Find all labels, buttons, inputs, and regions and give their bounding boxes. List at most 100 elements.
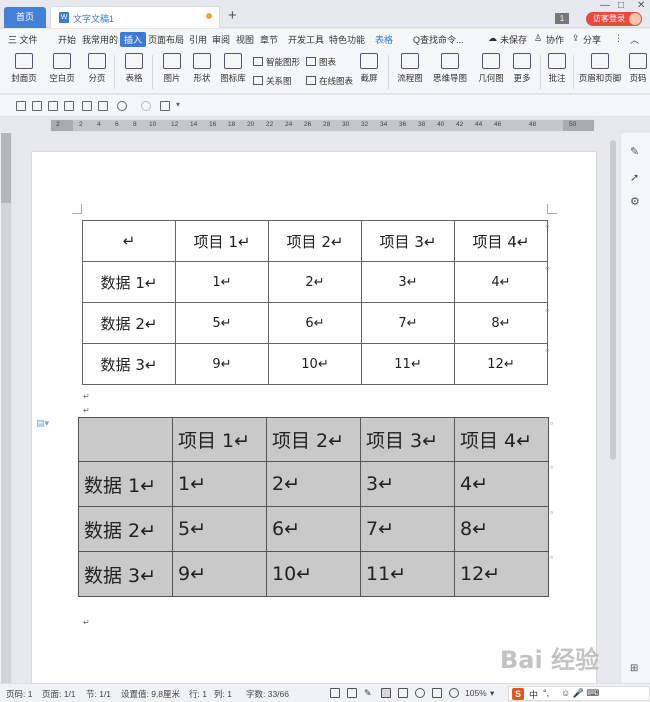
ime-language[interactable]: 中 — [529, 688, 538, 701]
layout-icon[interactable] — [432, 688, 442, 698]
status-setting[interactable]: 设置值: 9.8厘米 — [121, 688, 180, 700]
redo-icon[interactable] — [141, 101, 151, 111]
minimize-icon[interactable]: — — [600, 0, 610, 11]
chart-button[interactable]: 图表 — [306, 56, 336, 68]
table-header-cell[interactable]: 项目 1↵ — [175, 220, 269, 262]
vertical-ruler[interactable] — [0, 133, 12, 683]
row-label-cell[interactable]: 数据 3↵ — [82, 343, 176, 385]
table-cell[interactable]: 11↵ — [361, 343, 455, 385]
table-cell[interactable]: 3↵ — [360, 461, 455, 507]
outline-icon[interactable] — [347, 688, 357, 698]
status-words[interactable]: 字数: 33/66 — [246, 688, 289, 700]
guest-login-button[interactable]: 访客登录 — [586, 12, 642, 26]
undo-icon[interactable] — [117, 101, 127, 111]
mindmap-button[interactable]: 思维导图 — [431, 53, 469, 84]
table-cell[interactable]: 6↵ — [268, 302, 362, 344]
unsaved-status[interactable]: 未保存 — [500, 33, 527, 46]
table-button[interactable]: 表格 — [121, 53, 147, 84]
table-header-cell[interactable]: 项目 2↵ — [266, 417, 361, 462]
share-button[interactable]: 分享 — [583, 33, 601, 46]
table-cell[interactable]: 5↵ — [175, 302, 269, 344]
table-header-cell[interactable]: 项目 4↵ — [454, 417, 549, 462]
header-footer-button[interactable]: 页眉和页脚 — [577, 53, 623, 84]
table-cell[interactable]: 12↵ — [454, 343, 548, 385]
collapse-ribbon-icon[interactable]: ︿ — [630, 33, 639, 46]
table-header-cell[interactable]: 项目 1↵ — [172, 417, 267, 462]
vertical-scrollbar[interactable] — [609, 140, 617, 680]
table-cell[interactable]: 6↵ — [266, 506, 361, 552]
table-shaded[interactable]: 项目 1↵ 项目 2↵ 项目 3↵ 项目 4↵ 数据 1↵ 1↵ 2↵ 3↵ 4… — [78, 417, 549, 597]
edit-pencil-icon[interactable]: ✎ — [630, 145, 642, 158]
more-button[interactable]: 更多 — [510, 53, 534, 84]
flowchart-button[interactable]: 流程图 — [393, 53, 427, 84]
tab-home[interactable]: 首页 — [4, 7, 46, 28]
select-cursor-icon[interactable]: ➚ — [630, 171, 642, 184]
menu-table-tools[interactable]: 表格 — [375, 33, 393, 46]
table-header-cell[interactable]: 项目 3↵ — [360, 417, 455, 462]
table-header-cell[interactable]: 项目 2↵ — [268, 220, 362, 262]
menu-developer[interactable]: 开发工具 — [288, 33, 324, 46]
row-label-cell[interactable]: 数据 2↵ — [82, 302, 176, 344]
table-cell[interactable]: 11↵ — [360, 551, 455, 597]
grid-apps-icon[interactable]: ⊞ — [630, 663, 642, 675]
new-doc-icon[interactable] — [16, 101, 26, 111]
zoom-level[interactable]: 105% — [465, 688, 487, 698]
status-pages[interactable]: 页面: 1/1 — [42, 688, 76, 700]
tab-document[interactable]: W 文字文稿1 — [50, 6, 220, 28]
table-cell[interactable]: 2↵ — [266, 461, 361, 507]
table-cell[interactable] — [78, 417, 173, 462]
new-tab-button[interactable]: + — [228, 7, 237, 24]
row-label-cell[interactable]: 数据 3↵ — [78, 551, 173, 597]
menu-frequent[interactable]: 我常用的 — [82, 33, 118, 46]
smart-graphic-button[interactable]: 智能图形 — [253, 56, 300, 68]
menu-start[interactable]: 开始 — [58, 33, 76, 46]
table-cell[interactable]: 10↵ — [266, 551, 361, 597]
menu-file[interactable]: 三 文件 — [8, 33, 38, 46]
menu-chapter[interactable]: 章节 — [260, 33, 278, 46]
collab-button[interactable]: 协作 — [546, 33, 564, 46]
menu-insert[interactable]: 插入 — [120, 32, 147, 47]
geometry-button[interactable]: 几何图 — [476, 53, 506, 84]
read-mode-icon[interactable] — [398, 688, 408, 698]
table-cell[interactable]: 4↵ — [454, 461, 549, 507]
row-label-cell[interactable]: 数据 1↵ — [82, 261, 176, 303]
table-header-cell[interactable]: 项目 3↵ — [361, 220, 455, 262]
status-page[interactable]: 页码: 1 — [6, 688, 32, 700]
open-folder-icon[interactable] — [32, 101, 42, 111]
paragraph-layout-icon[interactable]: ▤▾ — [36, 418, 49, 429]
table-cell[interactable]: 4↵ — [454, 261, 548, 303]
eye-protection-icon[interactable] — [449, 688, 459, 698]
online-chart-button[interactable]: 在线图表 — [306, 75, 353, 87]
table-cell[interactable]: 1↵ — [175, 261, 269, 303]
close-icon[interactable]: ✕ — [637, 0, 645, 11]
web-view-icon[interactable] — [415, 688, 425, 698]
menu-view[interactable]: 视图 — [236, 33, 254, 46]
print-preview-icon[interactable] — [98, 101, 108, 111]
pen-icon[interactable]: ✎ — [364, 688, 374, 698]
shape-button[interactable]: 形状 — [189, 53, 215, 84]
status-row[interactable]: 行: 1 — [189, 688, 207, 700]
menu-review[interactable]: 审阅 — [212, 33, 230, 46]
zoom-dropdown-icon[interactable]: ▾ — [490, 688, 494, 699]
customize-dropdown-icon[interactable]: ▾ — [176, 100, 180, 109]
blank-page-button[interactable]: 空白页 — [46, 53, 78, 84]
command-search[interactable]: Q查找命令... — [413, 33, 464, 46]
table-cell[interactable]: 2↵ — [268, 261, 362, 303]
page-view-icon[interactable] — [381, 688, 391, 698]
table-plain[interactable]: ↵ 项目 1↵ 项目 2↵ 项目 3↵ 项目 4↵ 数据 1↵ 1↵ 2↵ 3↵… — [82, 220, 548, 385]
table-cell[interactable]: 8↵ — [454, 302, 548, 344]
export-pdf-icon[interactable] — [64, 101, 74, 111]
table-cell[interactable]: 7↵ — [360, 506, 455, 552]
screenshot-button[interactable]: 截屏 — [356, 53, 382, 84]
menu-features[interactable]: 特色功能 — [329, 33, 365, 46]
menu-reference[interactable]: 引用 — [189, 33, 207, 46]
ime-icons[interactable]: ☺ 🎤 ⌨ — [561, 688, 599, 699]
ime-toolbar[interactable]: S 中 °, ☺ 🎤 ⌨ — [508, 686, 650, 701]
table-cell[interactable]: 9↵ — [172, 551, 267, 597]
print-icon[interactable] — [82, 101, 92, 111]
window-count-badge[interactable]: 1 — [555, 13, 569, 24]
more-icon[interactable]: ⋮ — [614, 33, 623, 44]
format-painter-icon[interactable] — [160, 101, 170, 111]
maximize-icon[interactable]: □ — [618, 0, 624, 11]
table-cell[interactable]: 3↵ — [361, 261, 455, 303]
